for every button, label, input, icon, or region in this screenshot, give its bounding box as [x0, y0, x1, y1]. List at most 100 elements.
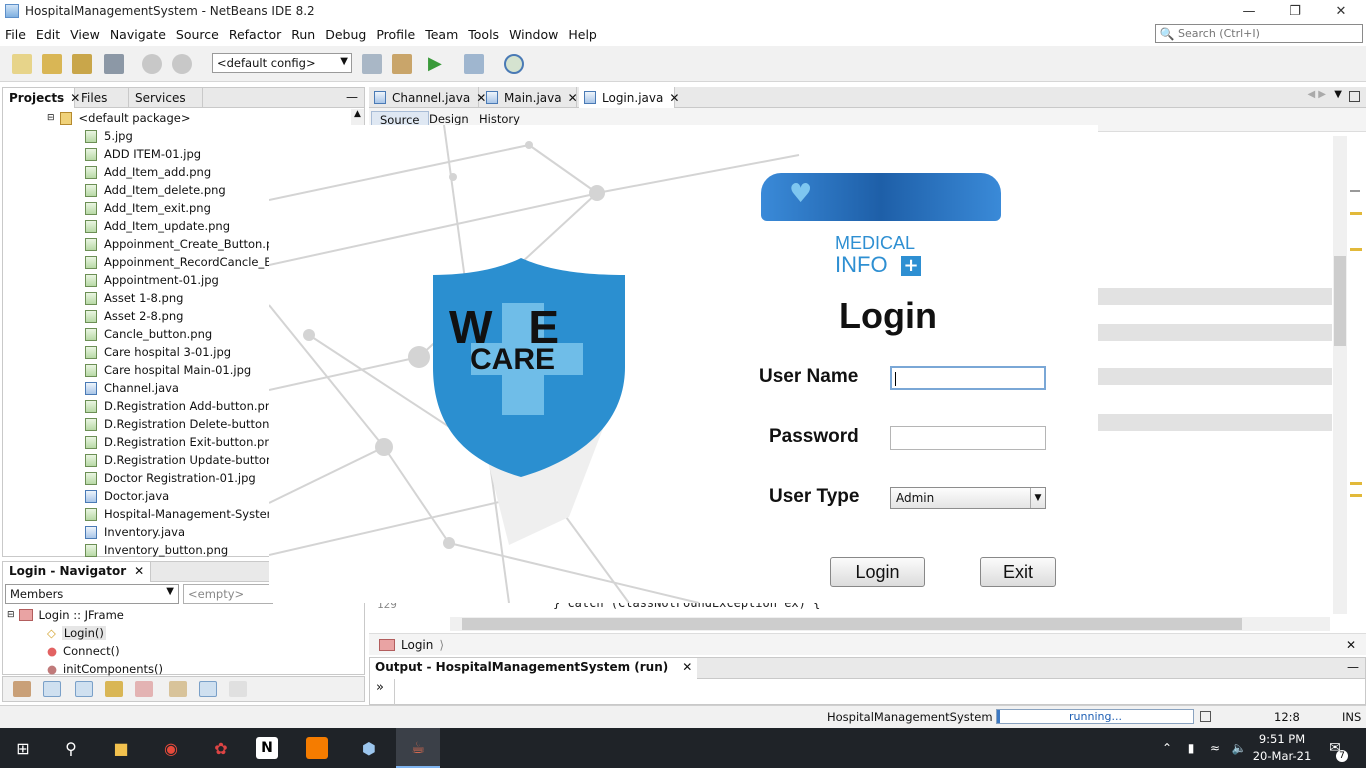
close-icon[interactable]: ✕ [568, 91, 578, 105]
tab-login-java[interactable]: Login.java ✕ [579, 87, 679, 108]
virtualbox-icon[interactable]: ⬢ [356, 736, 382, 760]
cancel-task-icon[interactable] [1200, 711, 1211, 722]
xampp-icon[interactable] [306, 737, 328, 759]
tab-projects[interactable]: Projects ✕ [3, 88, 80, 108]
collapse-icon[interactable]: ⊟ [7, 610, 15, 620]
inner-class-icon[interactable] [169, 681, 187, 697]
image-file-icon [85, 309, 97, 323]
chrome-icon[interactable]: ◉ [158, 736, 184, 760]
new-project-icon[interactable] [42, 54, 62, 74]
battery-icon[interactable]: ▮ [1178, 736, 1204, 760]
menu-file[interactable]: File [0, 27, 31, 42]
menu-run[interactable]: Run [286, 27, 320, 42]
config-select[interactable]: <default config> ▼ [212, 53, 352, 73]
file-explorer-icon[interactable]: ■ [108, 736, 134, 760]
usertype-select[interactable]: Admin ▼ [890, 487, 1046, 509]
sort-by-source-icon[interactable] [229, 681, 247, 697]
menu-team[interactable]: Team [420, 27, 463, 42]
image-file-icon [85, 273, 97, 287]
tab-navigator[interactable]: Login - Navigator ✕ [3, 561, 152, 582]
nonpublic-icon[interactable] [135, 681, 153, 697]
close-icon[interactable]: ✕ [682, 660, 692, 677]
breadcrumb-item[interactable]: Login [401, 638, 433, 652]
username-field[interactable] [890, 366, 1046, 390]
minimize-panel-icon[interactable]: — [346, 90, 358, 104]
java-app-icon[interactable]: ☕ [396, 728, 440, 768]
username-label: User Name [759, 366, 859, 387]
image-file-icon [85, 255, 97, 269]
fields-icon[interactable] [43, 681, 61, 697]
wifi-icon[interactable]: ≈ [1202, 736, 1228, 760]
navigator-filter-field[interactable]: <empty> [183, 584, 273, 604]
tab-scroll-arrows[interactable]: ◀ ▶ [1307, 89, 1326, 100]
notion-icon[interactable]: N [256, 737, 278, 759]
build-icon[interactable] [362, 54, 382, 74]
java-file-icon [85, 489, 97, 503]
redo-icon[interactable] [172, 54, 192, 74]
chevron-up-icon[interactable]: ⌃ [1154, 736, 1180, 760]
lock-icon[interactable] [105, 681, 123, 697]
java-file-icon [486, 91, 498, 104]
sort-by-name-icon[interactable] [199, 681, 217, 697]
profile-icon[interactable] [504, 54, 524, 74]
password-field[interactable] [890, 426, 1046, 450]
search-box[interactable]: 🔍 [1155, 24, 1363, 43]
menu-source[interactable]: Source [171, 27, 224, 42]
image-file-icon [85, 399, 97, 413]
tab-services[interactable]: Services [129, 88, 203, 108]
search-icon[interactable]: ⚲ [58, 736, 84, 760]
debug-icon[interactable] [464, 54, 484, 74]
image-file-icon [85, 147, 97, 161]
undo-icon[interactable] [142, 54, 162, 74]
menu-profile[interactable]: Profile [371, 27, 420, 42]
maximize-icon[interactable] [1349, 91, 1360, 102]
tab-output[interactable]: Output - HospitalManagementSystem (run) ✕ [370, 657, 698, 679]
menu-debug[interactable]: Debug [320, 27, 371, 42]
tab-files[interactable]: Files [75, 88, 129, 108]
chevron-down-icon[interactable]: ▼ [1334, 89, 1342, 100]
navigator-member[interactable]: ● Connect() [7, 642, 347, 660]
save-all-icon[interactable] [104, 54, 124, 74]
image-file-icon [85, 183, 97, 197]
windows-start-icon[interactable]: ⊞ [10, 736, 36, 760]
paint-icon[interactable]: ✿ [208, 736, 234, 760]
members-select[interactable]: Members ▼ [5, 584, 179, 604]
open-project-icon[interactable] [72, 54, 92, 74]
menu-edit[interactable]: Edit [31, 27, 65, 42]
volume-icon[interactable]: 🔈 [1226, 736, 1252, 760]
tab-channel-java[interactable]: Channel.java ✕ [369, 87, 486, 108]
horizontal-scrollbar[interactable] [450, 617, 1330, 631]
status-project: HospitalManagementSystem (run) [827, 710, 1025, 724]
collapse-icon[interactable]: ⊟ [47, 113, 55, 123]
run-icon[interactable]: ▶ [428, 54, 448, 74]
progress-bar[interactable]: running... [996, 709, 1194, 724]
inherited-icon[interactable] [13, 681, 31, 697]
minimize-panel-icon[interactable]: — [1347, 660, 1359, 674]
search-input[interactable] [1178, 27, 1358, 40]
navigator-root[interactable]: ⊟ Login :: JFrame [7, 606, 347, 624]
minimize-button[interactable]: — [1226, 0, 1272, 22]
login-button[interactable]: Login [830, 557, 925, 587]
close-icon[interactable]: ✕ [669, 91, 679, 105]
menu-navigate[interactable]: Navigate [105, 27, 171, 42]
java-file-icon [374, 91, 386, 104]
navigator-member[interactable]: ◇ Login() [7, 624, 347, 642]
menu-help[interactable]: Help [563, 27, 602, 42]
clean-build-icon[interactable] [392, 54, 412, 74]
exit-button[interactable]: Exit [980, 557, 1056, 587]
tab-main-java[interactable]: Main.java ✕ [481, 87, 578, 108]
close-window-button[interactable]: ✕ [1318, 0, 1364, 22]
new-file-icon[interactable] [12, 54, 32, 74]
menu-view[interactable]: View [65, 27, 105, 42]
close-icon[interactable]: ✕ [1346, 638, 1356, 652]
restore-button[interactable]: ❐ [1272, 0, 1318, 22]
cursor-position: 12:8 [1274, 710, 1300, 724]
editor-scrollbar[interactable] [1333, 136, 1347, 614]
highlight-bar [1098, 414, 1332, 431]
menu-window[interactable]: Window [504, 27, 563, 42]
menu-refactor[interactable]: Refactor [224, 27, 286, 42]
clock[interactable]: 9:51 PM 20-Mar-21 [1252, 731, 1312, 765]
menu-tools[interactable]: Tools [463, 27, 504, 42]
static-icon[interactable] [75, 681, 93, 697]
close-icon[interactable]: ✕ [134, 564, 144, 580]
